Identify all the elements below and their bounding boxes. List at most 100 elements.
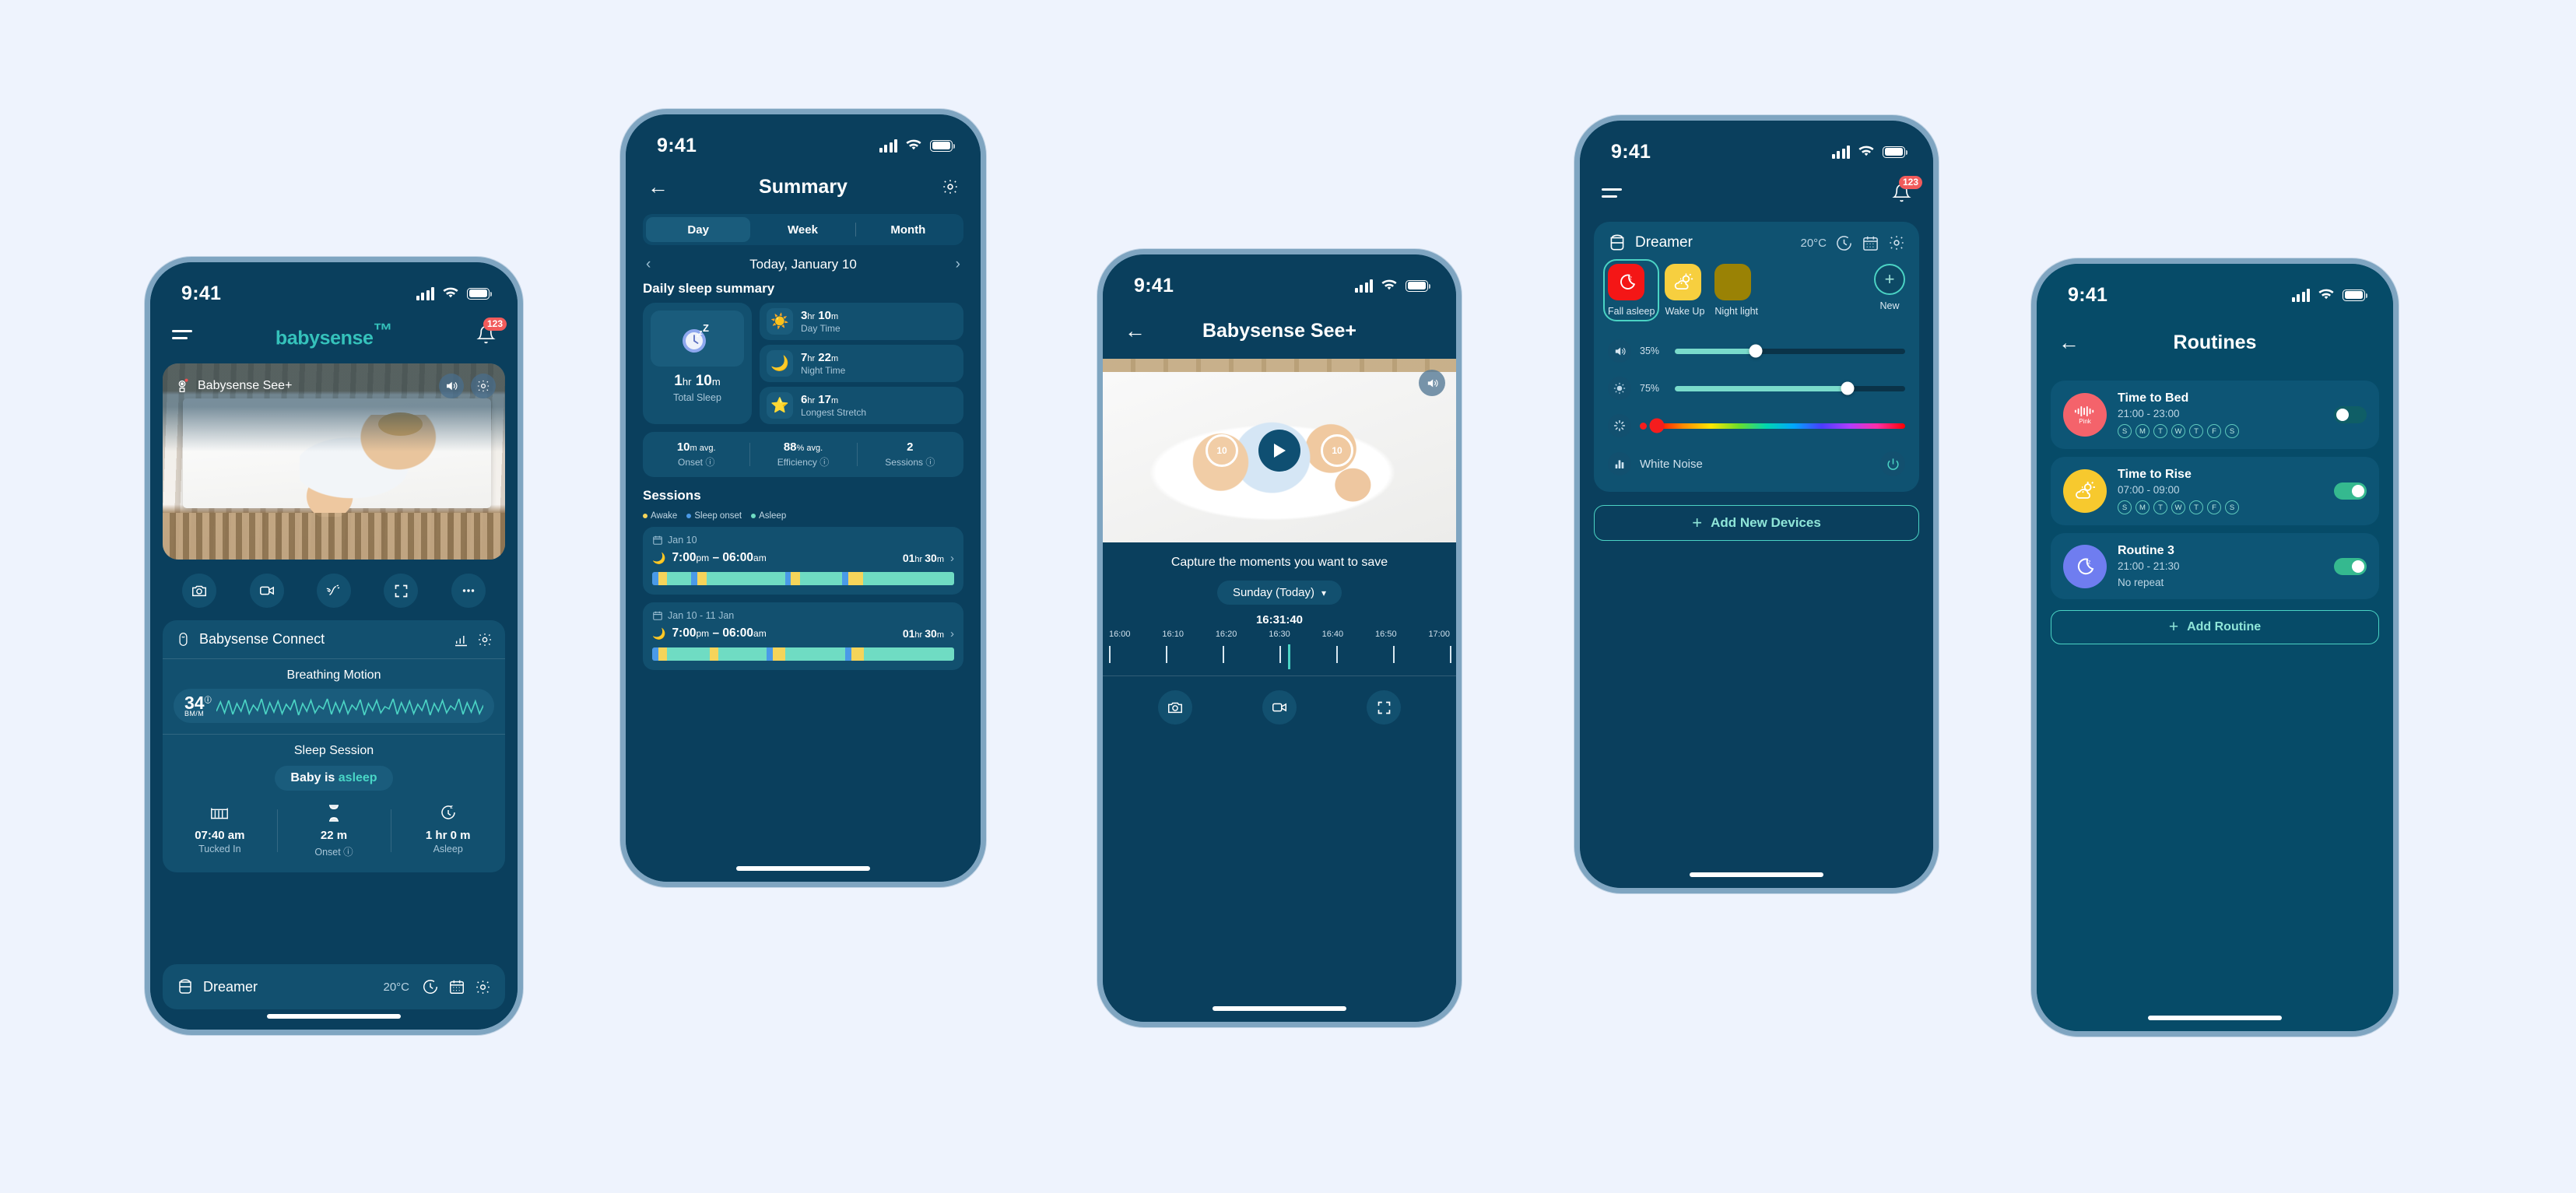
timer-icon[interactable] <box>1835 234 1853 252</box>
tab-day[interactable]: Day <box>646 217 751 242</box>
routine-toggle[interactable] <box>2334 406 2367 423</box>
record-button[interactable] <box>249 574 284 608</box>
total-sleep-card: Zzz 1hr 10m Total Sleep <box>643 303 752 424</box>
day-chip[interactable]: T <box>2189 424 2203 438</box>
day-chip[interactable]: T <box>2189 500 2203 514</box>
sleep-session-title: Sleep Session <box>293 744 374 757</box>
day-chip[interactable]: T <box>2153 500 2167 514</box>
day-chip[interactable]: M <box>2136 500 2150 514</box>
tab-month[interactable]: Month <box>856 217 960 242</box>
routine-row-time-to-bed[interactable]: Pink Time to Bed 21:00 - 23:00 SMTWTFS <box>2051 381 2379 449</box>
calendar-icon[interactable] <box>448 978 465 995</box>
camera-sound-button[interactable] <box>439 374 464 398</box>
back-arrow-icon[interactable]: ← <box>648 176 669 198</box>
status-state: asleep <box>338 771 377 784</box>
timeline-playhead[interactable] <box>1288 644 1290 669</box>
avg-sessions: 2 Sessions ⓘ <box>856 440 963 468</box>
wifi-icon <box>906 139 921 150</box>
chevron-right-icon[interactable]: › <box>950 627 954 640</box>
day-chip[interactable]: W <box>2171 500 2185 514</box>
color-slider[interactable] <box>1649 418 1905 433</box>
chevron-right-icon[interactable]: › <box>950 552 954 565</box>
slider-knob[interactable] <box>1841 381 1855 395</box>
day-selector[interactable]: Sunday (Today) ▾ <box>1216 581 1342 605</box>
back-arrow-icon[interactable]: ← <box>1125 320 1146 342</box>
scene-fall-asleep[interactable]: z Fall asleep <box>1603 259 1660 321</box>
new-scene-button[interactable]: + New <box>1874 264 1905 311</box>
color-wheel-icon <box>1608 414 1631 437</box>
color-slider-knob[interactable] <box>1649 418 1665 433</box>
routine-toggle[interactable] <box>2334 482 2367 500</box>
hourglass-icon <box>329 805 339 822</box>
session-row-1[interactable]: Jan 10 🌙 7:00pm – 06:00am 01hr 30m › <box>643 527 963 595</box>
gear-icon[interactable] <box>1888 234 1905 251</box>
routine-days[interactable]: SMTWTFS <box>2118 500 2323 514</box>
day-chip[interactable]: S <box>2225 424 2239 438</box>
day-chip[interactable]: S <box>2225 500 2239 514</box>
gear-icon[interactable] <box>475 979 491 995</box>
day-chip[interactable]: F <box>2207 500 2221 514</box>
routines-header: ← Routines <box>2037 312 2393 373</box>
add-new-devices-button[interactable]: + Add New Devices <box>1594 505 1919 541</box>
volume-slider[interactable] <box>1675 344 1905 358</box>
day-chip[interactable]: T <box>2153 424 2167 438</box>
snapshot-button[interactable] <box>182 574 217 608</box>
day-chip[interactable]: F <box>2207 424 2221 438</box>
stat-value: 22 m <box>320 829 348 842</box>
screenshot-canvas: 9:41 babysense™ 123 Babysense See+ Babys… <box>0 0 2576 1193</box>
dreamer-bar[interactable]: Dreamer 20°C <box>163 964 505 1009</box>
session-date: Jan 10 - 11 Jan <box>668 610 735 621</box>
day-chip[interactable]: M <box>2136 424 2150 438</box>
calendar-icon[interactable] <box>1862 234 1879 252</box>
gear-icon[interactable] <box>942 178 959 195</box>
routine-repeat: No repeat <box>2118 577 2164 588</box>
scene-label: Wake Up <box>1665 306 1705 317</box>
white-noise-power-button[interactable] <box>1880 451 1905 476</box>
chevron-right-icon[interactable]: › <box>956 256 960 273</box>
routine-row-time-to-rise[interactable]: Time to Rise 07:00 - 09:00 SMTWTFS <box>2051 457 2379 525</box>
rewind-10-icon[interactable]: 10 <box>1206 434 1238 467</box>
camera-settings-button[interactable] <box>471 374 496 398</box>
snapshot-button[interactable] <box>1158 690 1192 725</box>
status-badge: Baby is asleep <box>275 766 393 791</box>
talk-button[interactable] <box>316 574 351 608</box>
session-row-2[interactable]: Jan 10 - 11 Jan 🌙 7:00pm – 06:00am 01hr … <box>643 602 963 670</box>
camera-feed-card[interactable]: Babysense See+ <box>163 363 505 560</box>
more-button[interactable] <box>451 574 486 608</box>
timer-icon[interactable] <box>422 978 439 995</box>
stat-label: Tucked In <box>198 844 241 854</box>
back-arrow-icon[interactable]: ← <box>2058 332 2079 353</box>
color-slider-row <box>1594 407 1919 444</box>
notifications-button[interactable]: 123 <box>476 318 507 345</box>
scene-night-light[interactable]: Night light <box>1714 264 1758 317</box>
forward-10-icon[interactable]: 10 <box>1321 434 1353 467</box>
add-routine-button[interactable]: + Add Routine <box>2051 610 2379 644</box>
routine-row-routine-3[interactable]: z Routine 3 21:00 - 21:30 No repeat <box>2051 533 2379 599</box>
breathing-motion-readout: 34ⓘ BM/M <box>174 689 494 723</box>
notifications-button[interactable]: 123 <box>1892 176 1922 203</box>
fullscreen-button[interactable] <box>1367 690 1401 725</box>
slider-knob[interactable] <box>1749 344 1763 358</box>
routine-toggle[interactable] <box>2334 557 2367 575</box>
hamburger-menu-icon[interactable] <box>1602 188 1622 198</box>
video-sound-button[interactable] <box>1419 370 1445 396</box>
record-button[interactable] <box>1262 690 1297 725</box>
day-chip[interactable]: W <box>2171 424 2185 438</box>
nighttime-mins: 22 <box>818 351 831 364</box>
scene-wake-up[interactable]: Wake Up <box>1665 264 1704 317</box>
video-player[interactable]: 10 10 <box>1103 359 1456 542</box>
play-button[interactable] <box>1258 430 1300 472</box>
ellipsis-icon <box>462 589 474 592</box>
day-chip[interactable]: S <box>2118 424 2132 438</box>
brightness-slider[interactable] <box>1675 381 1905 395</box>
timeline-segment <box>845 647 851 661</box>
hamburger-menu-icon[interactable] <box>172 330 192 339</box>
timeline-scrubber[interactable] <box>1109 643 1451 669</box>
session-end-suffix: am <box>753 553 767 563</box>
fullscreen-button[interactable] <box>384 574 419 608</box>
day-chip[interactable]: S <box>2118 500 2132 514</box>
bar-chart-icon[interactable] <box>453 632 469 647</box>
gear-icon[interactable] <box>477 632 493 647</box>
routine-days[interactable]: SMTWTFS <box>2118 424 2323 438</box>
tab-week[interactable]: Week <box>750 217 855 242</box>
